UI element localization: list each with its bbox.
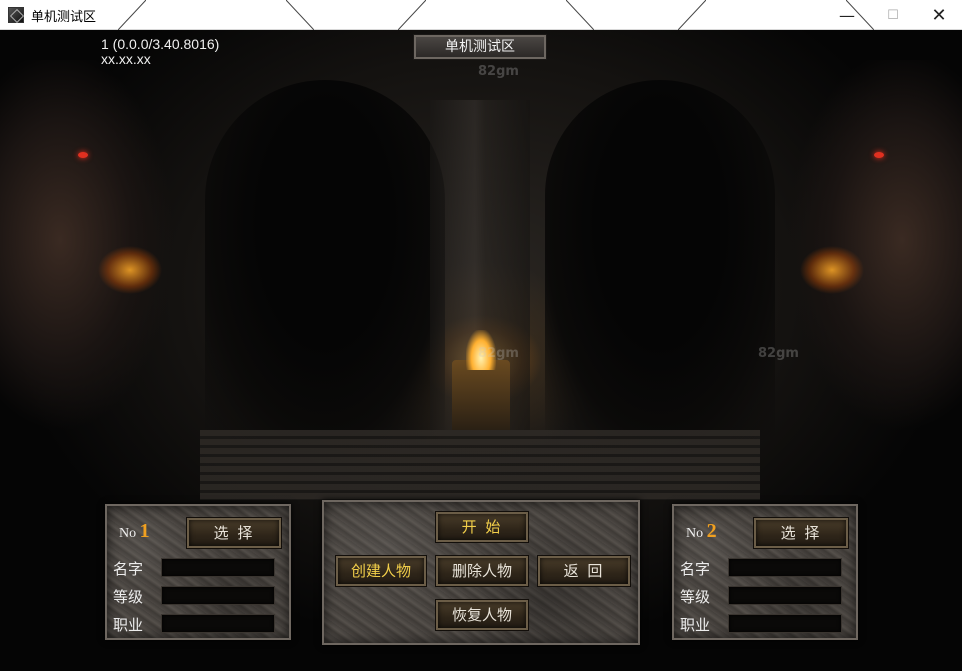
dragon-eye-icon: [874, 152, 884, 158]
back-button[interactable]: 返 回: [537, 555, 631, 587]
close-button[interactable]: ✕: [916, 0, 962, 30]
slot-number: 1: [139, 520, 150, 542]
character-slot-1: No 1 选 择 名字 等级 职业: [105, 504, 291, 640]
name-field: [728, 558, 842, 577]
titlebar-decoration: [286, 0, 314, 30]
titlebar-decoration: [678, 0, 706, 30]
minimize-button[interactable]: —: [824, 0, 870, 30]
titlebar-decoration: [566, 0, 594, 30]
start-button[interactable]: 开 始: [435, 511, 529, 543]
right-archway: [545, 80, 775, 440]
job-label: 职业: [113, 616, 144, 634]
server-name-plate: 单机测试区: [413, 34, 547, 60]
select-slot-1-button[interactable]: 选 择: [186, 517, 282, 549]
level-label: 等级: [680, 588, 711, 606]
delete-character-button[interactable]: 删除人物: [435, 555, 529, 587]
job-label: 职业: [680, 616, 711, 634]
stone-stairs: [200, 430, 760, 500]
right-dragon-statue: [742, 60, 962, 500]
restore-character-button[interactable]: 恢复人物: [435, 599, 529, 631]
job-field: [161, 614, 275, 633]
level-field: [728, 586, 842, 605]
slot-no-label: No 1: [119, 520, 150, 543]
window-title: 单机测试区: [31, 10, 97, 25]
level-field: [161, 586, 275, 605]
create-character-button[interactable]: 创建人物: [335, 555, 427, 587]
center-action-panel: 开 始 创建人物 删除人物 返 回 恢复人物: [322, 500, 640, 645]
watermark: 82gm: [758, 346, 799, 361]
name-label: 名字: [680, 560, 711, 578]
app-icon: [8, 7, 24, 23]
version-info: 1 (0.0.0/3.40.8016) xx.xx.xx: [101, 37, 219, 67]
titlebar-decoration: [398, 0, 426, 30]
character-slot-2: No 2 选 择 名字 等级 职业: [672, 504, 858, 640]
slot-no-text: No: [119, 526, 137, 541]
name-label: 名字: [113, 560, 144, 578]
ip-text: xx.xx.xx: [101, 51, 151, 67]
watermark: 82gm: [478, 64, 519, 79]
dragon-eye-icon: [78, 152, 88, 158]
watermark: 82gm: [478, 346, 519, 361]
slot-no-label: No 2: [686, 520, 717, 543]
game-scene: 82gm 82gm 82gm 1 (0.0.0/3.40.8016) xx.xx…: [0, 30, 962, 671]
level-label: 等级: [113, 588, 144, 606]
select-slot-2-button[interactable]: 选 择: [753, 517, 849, 549]
slot-number: 2: [706, 520, 717, 542]
left-archway: [205, 80, 445, 440]
altar: [452, 360, 510, 430]
window-titlebar: 单机测试区 — ☐ ✕: [0, 0, 962, 30]
left-dragon-statue: [0, 60, 220, 500]
maximize-button[interactable]: ☐: [870, 0, 916, 30]
titlebar-decoration: [118, 0, 146, 30]
job-field: [728, 614, 842, 633]
slot-no-text: No: [686, 526, 704, 541]
name-field: [161, 558, 275, 577]
version-text: 1 (0.0.0/3.40.8016): [101, 36, 220, 52]
